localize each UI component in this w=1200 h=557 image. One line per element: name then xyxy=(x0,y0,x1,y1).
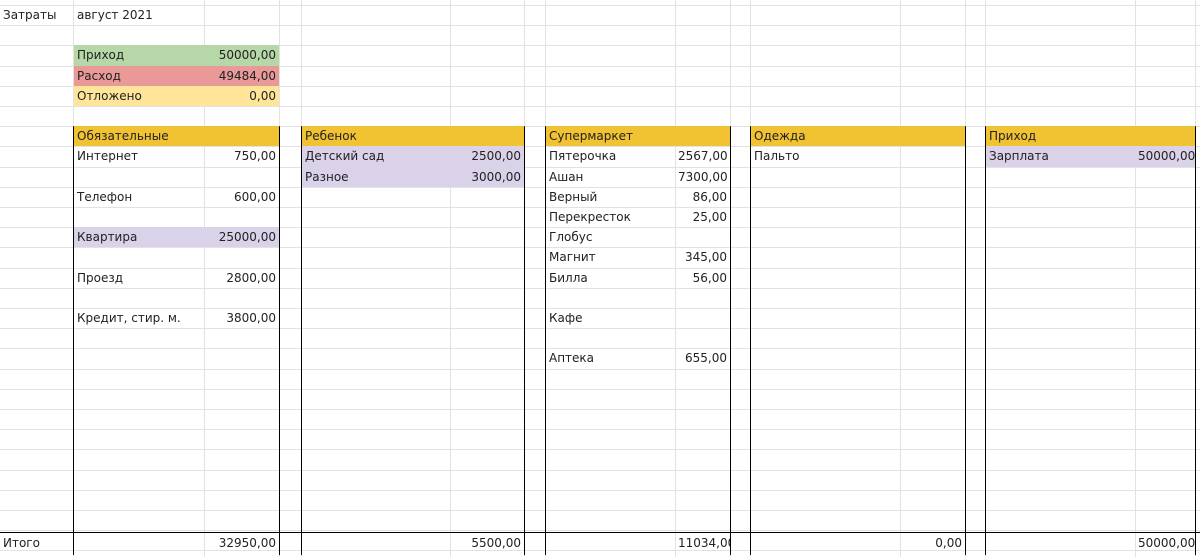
group-total[interactable]: 50000,00 xyxy=(1135,533,1195,553)
group-header[interactable]: Приход xyxy=(986,126,1135,147)
group-total[interactable]: 11034,00 xyxy=(675,533,730,553)
summary-value[interactable]: 49484,00 xyxy=(204,65,279,86)
group-total[interactable]: 5500,00 xyxy=(450,533,524,553)
expense-label[interactable]: Ашан xyxy=(546,167,675,187)
summary-value[interactable]: 50000,00 xyxy=(204,45,279,66)
expense-value[interactable] xyxy=(675,308,730,328)
expense-value[interactable]: 86,00 xyxy=(675,187,730,207)
expense-label[interactable]: Проезд xyxy=(74,268,204,288)
expense-label[interactable]: Глобус xyxy=(546,227,675,247)
expense-label[interactable]: Детский сад xyxy=(302,146,450,167)
expense-label[interactable]: Магнит xyxy=(546,247,675,267)
expense-value[interactable]: 2500,00 xyxy=(450,146,524,167)
summary-value[interactable]: 0,00 xyxy=(204,85,279,106)
expense-value[interactable]: 25000,00 xyxy=(204,227,279,248)
expense-label[interactable]: Телефон xyxy=(74,187,204,207)
expense-label[interactable]: Верный xyxy=(546,187,675,207)
expense-label[interactable]: Пятерочка xyxy=(546,146,675,166)
expense-label[interactable]: Перекресток xyxy=(546,207,675,227)
expense-value[interactable]: 655,00 xyxy=(675,348,730,368)
group-header[interactable]: Обязательные xyxy=(74,126,204,147)
expense-value[interactable] xyxy=(900,146,965,166)
group-header[interactable]: Одежда xyxy=(751,126,900,147)
group-total[interactable]: 32950,00 xyxy=(204,533,279,553)
expense-label[interactable]: Аптека xyxy=(546,348,675,368)
expense-value[interactable]: 2800,00 xyxy=(204,268,279,288)
group-header-fill[interactable] xyxy=(204,126,279,147)
group-header-fill[interactable] xyxy=(450,126,524,147)
summary-label[interactable]: Отложено xyxy=(74,85,204,106)
expense-value[interactable]: 7300,00 xyxy=(675,167,730,187)
group-header-fill[interactable] xyxy=(1135,126,1195,147)
expense-label[interactable]: Кафе xyxy=(546,308,675,328)
expense-label[interactable]: Разное xyxy=(302,166,450,187)
expense-value[interactable]: 750,00 xyxy=(204,146,279,166)
expense-label[interactable]: Зарплата xyxy=(986,146,1135,167)
expense-label[interactable]: Пальто xyxy=(751,146,900,166)
summary-label[interactable]: Расход xyxy=(74,65,204,86)
spreadsheet: Затраты август 2021 Приход 50000,00 Расход… xyxy=(0,0,1200,557)
title-period[interactable]: август 2021 xyxy=(74,5,204,25)
group-total[interactable]: 0,00 xyxy=(900,533,965,553)
expense-label[interactable]: Кредит, стир. м. xyxy=(74,308,204,328)
expense-value[interactable]: 3000,00 xyxy=(450,166,524,187)
group-header-fill[interactable] xyxy=(900,126,965,147)
expense-label[interactable]: Билла xyxy=(546,268,675,288)
group-header[interactable]: Ребенок xyxy=(302,126,450,147)
group-header-fill[interactable] xyxy=(675,126,730,147)
summary-label[interactable]: Приход xyxy=(74,45,204,66)
expense-value[interactable] xyxy=(675,227,730,247)
expense-value[interactable]: 345,00 xyxy=(675,247,730,267)
expense-value[interactable]: 25,00 xyxy=(675,207,730,227)
expense-value[interactable]: 600,00 xyxy=(204,187,279,207)
expense-label[interactable]: Интернет xyxy=(74,146,204,166)
expense-value[interactable]: 56,00 xyxy=(675,268,730,288)
expense-label[interactable]: Квартира xyxy=(74,227,204,248)
total-label[interactable]: Итого xyxy=(0,533,72,553)
group-header[interactable]: Супермаркет xyxy=(546,126,675,147)
expense-value[interactable]: 50000,00 xyxy=(1135,146,1195,167)
expense-value[interactable]: 3800,00 xyxy=(204,308,279,328)
title-label[interactable]: Затраты xyxy=(0,5,72,25)
expense-value[interactable]: 2567,00 xyxy=(675,146,730,166)
